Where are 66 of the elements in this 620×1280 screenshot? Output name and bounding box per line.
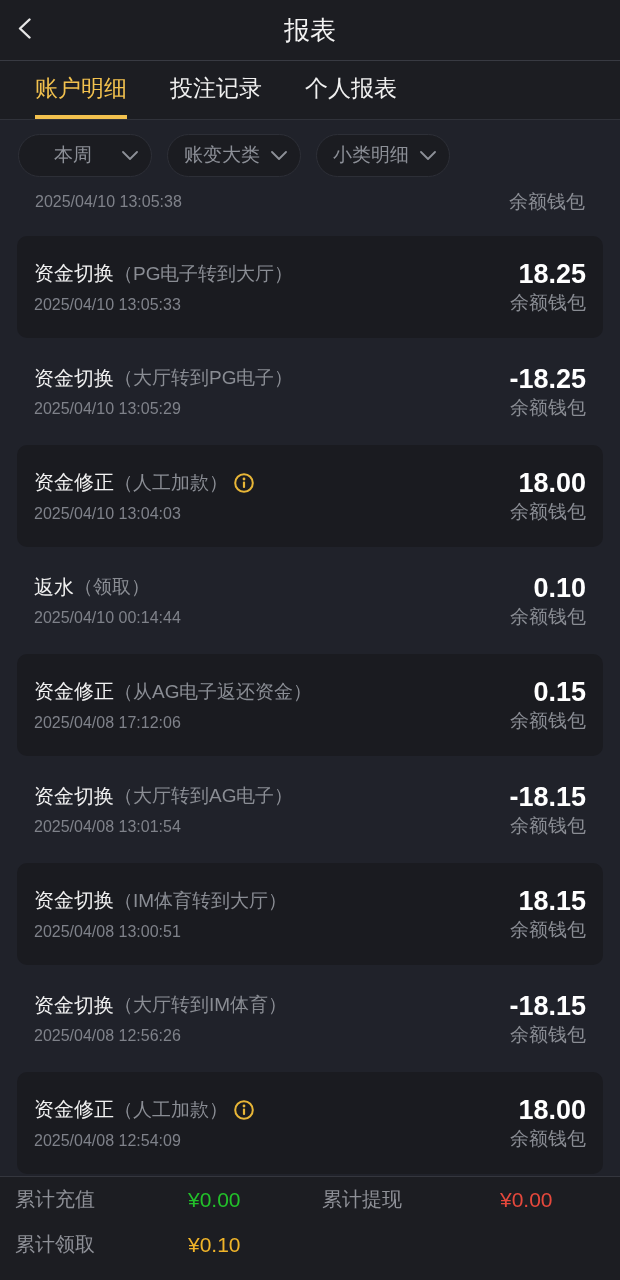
record-amount: 0.15 <box>533 676 586 708</box>
tab[interactable]: 个人报表 <box>305 73 397 119</box>
record-time: 2025/04/08 12:54:09 <box>34 1130 181 1151</box>
record-time: 2025/04/10 00:14:44 <box>34 608 181 628</box>
record-type: 返水 <box>34 574 74 600</box>
info-icon[interactable] <box>234 472 254 493</box>
record-type: 资金切换 <box>34 261 114 286</box>
record-type: 资金修正 <box>34 1097 114 1122</box>
record-amount: 18.25 <box>518 258 586 290</box>
record-detail: （PG电子转到大厅） <box>114 261 294 286</box>
record-detail: （人工加款） <box>114 1097 228 1122</box>
wallet-label: 余额钱包 <box>510 709 586 733</box>
record-amount: -18.15 <box>509 989 586 1022</box>
summary-label: 累计充值 <box>15 1187 95 1212</box>
summary-label: 累计领取 <box>15 1232 95 1257</box>
record-type: 资金切换 <box>34 365 114 391</box>
record-type: 资金切换 <box>34 888 114 913</box>
summary-value: ¥0.00 <box>188 1187 241 1212</box>
wallet-label: 余额钱包 <box>510 1127 586 1151</box>
record-time: 2025/04/10 13:05:38 <box>35 192 182 212</box>
record-detail: （人工加款） <box>114 470 228 495</box>
record-time: 2025/04/08 13:01:54 <box>34 817 181 837</box>
record-detail: （从AG电子返还资金） <box>114 679 313 704</box>
record-type: 资金修正 <box>34 679 114 704</box>
chevron-down-icon <box>420 150 436 160</box>
record-time: 2025/04/10 13:05:29 <box>34 399 181 419</box>
wallet-label: 余额钱包 <box>510 1022 586 1047</box>
record-time: 2025/04/10 13:04:03 <box>34 503 181 524</box>
record-time: 2025/04/08 12:56:26 <box>34 1026 181 1046</box>
record-detail: （大厅转到AG电子） <box>114 784 294 808</box>
record-detail: （IM体育转到大厅） <box>114 888 288 913</box>
record-amount: -18.25 <box>509 362 586 395</box>
tab[interactable]: 投注记录 <box>170 73 262 119</box>
record-amount: 18.00 <box>518 1094 586 1126</box>
summary-value: ¥0.00 <box>500 1187 553 1212</box>
summary-label: 累计提现 <box>322 1187 402 1212</box>
wallet-label: 余额钱包 <box>509 190 585 214</box>
tab[interactable]: 账户明细 <box>35 73 127 119</box>
record-amount: -18.15 <box>509 780 586 813</box>
record-time: 2025/04/10 13:05:33 <box>34 294 181 315</box>
summary-value: ¥0.10 <box>188 1232 241 1257</box>
record-type: 资金切换 <box>34 992 114 1018</box>
record-time: 2025/04/08 17:12:06 <box>34 712 181 733</box>
record-detail: （领取） <box>74 575 150 599</box>
wallet-label: 余额钱包 <box>510 813 586 838</box>
record-amount: 0.10 <box>533 571 586 604</box>
filter-dropdown[interactable]: 本周 <box>18 133 152 177</box>
chevron-down-icon <box>271 150 287 160</box>
wallet-label: 余额钱包 <box>510 604 586 629</box>
record-amount: 18.00 <box>518 467 586 499</box>
record-detail: （大厅转到IM体育） <box>114 993 288 1017</box>
wallet-label: 余额钱包 <box>510 395 586 420</box>
back-icon[interactable] <box>18 18 31 39</box>
page-title: 报表 <box>284 14 336 47</box>
record-type: 资金修正 <box>34 470 114 495</box>
wallet-label: 余额钱包 <box>510 500 586 524</box>
info-icon[interactable] <box>234 1099 254 1120</box>
filter-dropdown[interactable]: 小类明细 <box>316 133 450 177</box>
chevron-down-icon <box>122 150 138 160</box>
record-detail: （大厅转到PG电子） <box>114 366 294 390</box>
record-time: 2025/04/08 13:00:51 <box>34 921 181 942</box>
filter-dropdown[interactable]: 账变大类 <box>167 133 301 177</box>
record-amount: 18.15 <box>518 885 586 917</box>
record-type: 资金切换 <box>34 783 114 809</box>
wallet-label: 余额钱包 <box>510 291 586 315</box>
wallet-label: 余额钱包 <box>510 918 586 942</box>
